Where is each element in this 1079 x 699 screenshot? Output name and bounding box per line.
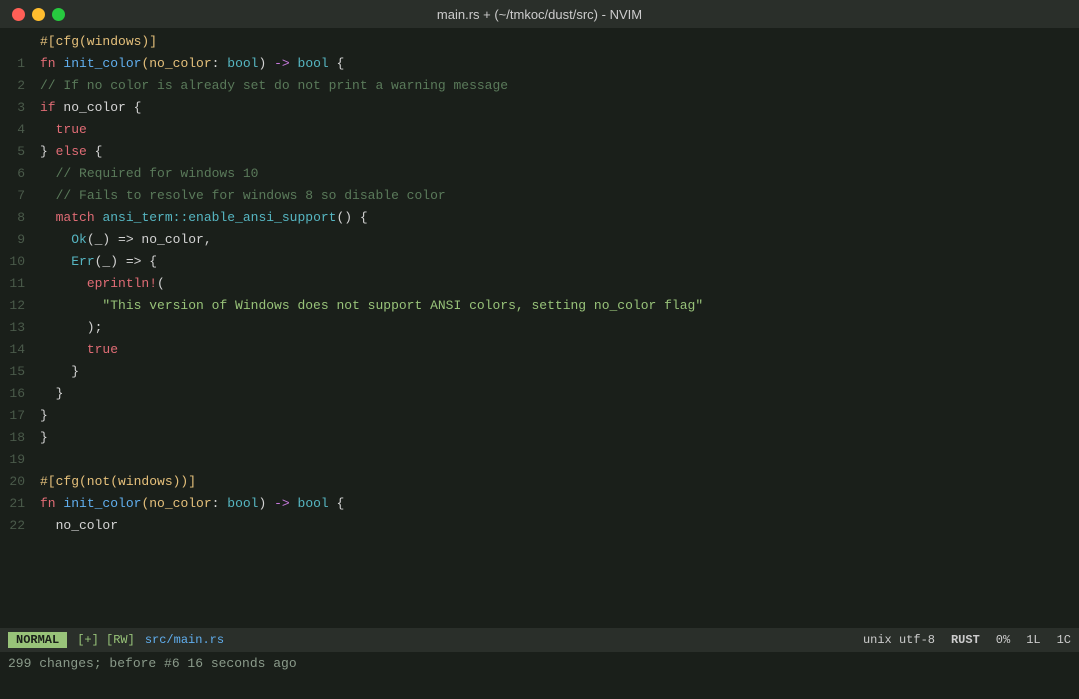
line-content: }	[35, 408, 48, 423]
code-line: #[cfg(windows)]	[0, 30, 1079, 52]
code-line: 13 );	[0, 316, 1079, 338]
line-content: #[cfg(not(windows))]	[35, 474, 196, 489]
editor-area: #[cfg(windows)] 1 fn init_color(no_color…	[0, 28, 1079, 628]
window-title: main.rs + (~/tmkoc/dust/src) - NVIM	[437, 7, 642, 22]
code-line: 10 Err(_) => {	[0, 250, 1079, 272]
status-bar: NORMAL [+] [RW] src/main.rs unix utf-8 R…	[0, 628, 1079, 652]
cmdline-text: 299 changes; before #6 16 seconds ago	[8, 656, 297, 671]
close-button[interactable]	[12, 8, 25, 21]
line-number: 19	[0, 452, 35, 467]
line-number: 11	[0, 276, 35, 291]
title-bar: main.rs + (~/tmkoc/dust/src) - NVIM	[0, 0, 1079, 28]
line-number: 1	[0, 56, 35, 71]
code-line: 5 } else {	[0, 140, 1079, 162]
line-number: 12	[0, 298, 35, 313]
line-content: true	[35, 342, 118, 357]
code-line: 19	[0, 448, 1079, 470]
line-content: match ansi_term::enable_ansi_support() {	[35, 210, 368, 225]
line-content: // If no color is already set do not pri…	[35, 78, 508, 93]
code-line: 4 true	[0, 118, 1079, 140]
line-content: eprintln!(	[35, 276, 165, 291]
line-content: if no_color {	[35, 100, 141, 115]
maximize-button[interactable]	[52, 8, 65, 21]
line-content: fn init_color(no_color: bool) -> bool {	[35, 56, 344, 71]
line-number: 8	[0, 210, 35, 225]
col-info: 1C	[1057, 633, 1071, 647]
line-content: }	[35, 386, 63, 401]
file-flags: [+] [RW]	[77, 633, 135, 647]
code-line: 1 fn init_color(no_color: bool) -> bool …	[0, 52, 1079, 74]
code-line: 14 true	[0, 338, 1079, 360]
line-number: 15	[0, 364, 35, 379]
line-content: no_color	[35, 518, 118, 533]
line-content: }	[35, 364, 79, 379]
line-number: 3	[0, 100, 35, 115]
line-number: 14	[0, 342, 35, 357]
code-line: 6 // Required for windows 10	[0, 162, 1079, 184]
line-content: true	[35, 122, 87, 137]
line-number: 4	[0, 122, 35, 137]
code-line: 18 }	[0, 426, 1079, 448]
line-content: );	[35, 320, 102, 335]
line-number: 2	[0, 78, 35, 93]
minimize-button[interactable]	[32, 8, 45, 21]
line-content: #[cfg(windows)]	[35, 34, 157, 49]
mode-badge: NORMAL	[8, 632, 67, 648]
line-content: // Required for windows 10	[35, 166, 258, 181]
line-number: 21	[0, 496, 35, 511]
status-right: unix utf-8 RUST 0% 1L 1C	[863, 633, 1071, 647]
filetype: RUST	[951, 633, 980, 647]
line-content: fn init_color(no_color: bool) -> bool {	[35, 496, 344, 511]
code-line: 22 no_color	[0, 514, 1079, 536]
code-line: 2 // If no color is already set do not p…	[0, 74, 1079, 96]
line-content	[35, 452, 48, 467]
code-line: 17 }	[0, 404, 1079, 426]
line-content: Ok(_) => no_color,	[35, 232, 212, 247]
line-number: 7	[0, 188, 35, 203]
code-line: 3 if no_color {	[0, 96, 1079, 118]
code-line: 12 "This version of Windows does not sup…	[0, 294, 1079, 316]
line-number: 6	[0, 166, 35, 181]
code-line: 16 }	[0, 382, 1079, 404]
line-number: 22	[0, 518, 35, 533]
line-number: 13	[0, 320, 35, 335]
line-content: Err(_) => {	[35, 254, 157, 269]
line-content: } else {	[35, 144, 102, 159]
line-info: 1L	[1026, 633, 1040, 647]
filename: src/main.rs	[145, 633, 224, 647]
line-content: // Fails to resolve for windows 8 so dis…	[35, 188, 446, 203]
line-number: 17	[0, 408, 35, 423]
code-line: 15 }	[0, 360, 1079, 382]
code-line: 7 // Fails to resolve for windows 8 so d…	[0, 184, 1079, 206]
code-line: 11 eprintln!(	[0, 272, 1079, 294]
encoding: unix utf-8	[863, 633, 935, 647]
line-number: 18	[0, 430, 35, 445]
code-line: 8 match ansi_term::enable_ansi_support()…	[0, 206, 1079, 228]
code-line: 9 Ok(_) => no_color,	[0, 228, 1079, 250]
line-content: }	[35, 430, 48, 445]
traffic-lights	[12, 8, 65, 21]
line-content: "This version of Windows does not suppor…	[35, 298, 703, 313]
line-number: 20	[0, 474, 35, 489]
line-number: 10	[0, 254, 35, 269]
code-line: 20 #[cfg(not(windows))]	[0, 470, 1079, 492]
line-number: 9	[0, 232, 35, 247]
scroll-percent: 0%	[996, 633, 1010, 647]
line-number: 16	[0, 386, 35, 401]
cmdline: 299 changes; before #6 16 seconds ago	[0, 652, 1079, 674]
code-line: 21 fn init_color(no_color: bool) -> bool…	[0, 492, 1079, 514]
line-number: 5	[0, 144, 35, 159]
